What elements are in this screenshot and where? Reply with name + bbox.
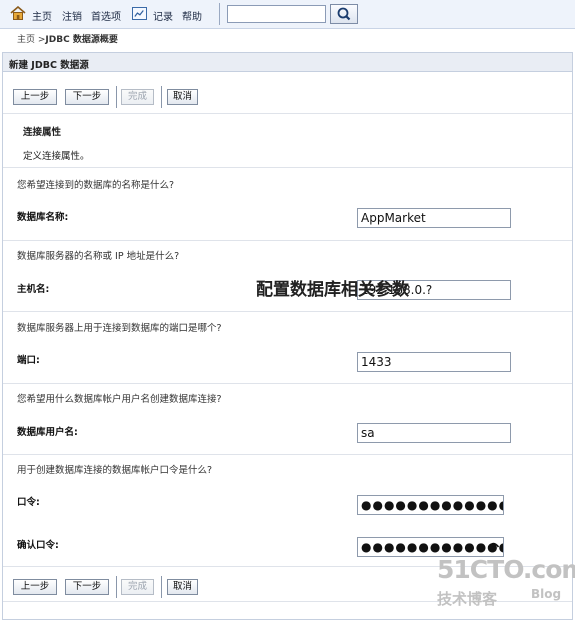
nav-help-link[interactable]: 帮助 bbox=[182, 8, 202, 23]
next-button-top[interactable]: 下一步 bbox=[65, 89, 109, 105]
db-name-label: 数据库名称: bbox=[17, 212, 69, 223]
watermark-main: 51CTO.com bbox=[437, 555, 575, 584]
page-title: 新建 JDBC 数据源 bbox=[9, 60, 89, 71]
nav-home-link[interactable]: 主页 bbox=[32, 8, 52, 23]
cancel-button-top[interactable]: 取消 bbox=[167, 89, 198, 105]
watermark-sub: 技术博客 bbox=[437, 590, 498, 608]
breadcrumb-separator: > bbox=[35, 35, 46, 45]
db-name-input[interactable]: AppMarket bbox=[357, 208, 511, 228]
next-button-bottom[interactable]: 下一步 bbox=[65, 579, 109, 595]
page-title-bar: 新建 JDBC 数据源 bbox=[3, 53, 572, 72]
cancel-button-bottom[interactable]: 取消 bbox=[167, 579, 198, 595]
confirm-password-input[interactable]: ●●●●●●●●●●●●● bbox=[357, 537, 504, 557]
back-button-bottom[interactable]: 上一步 bbox=[13, 579, 57, 595]
password-question: 用于创建数据库连接的数据库帐户口令是什么? bbox=[17, 465, 213, 476]
host-question: 数据库服务器的名称或 IP 地址是什么? bbox=[17, 251, 180, 262]
host-label: 主机名: bbox=[17, 284, 50, 295]
password-label: 口令: bbox=[17, 497, 40, 508]
divider bbox=[3, 383, 572, 384]
section-title: 连接属性 bbox=[23, 127, 62, 138]
port-label: 端口: bbox=[17, 355, 40, 366]
button-divider bbox=[116, 576, 117, 598]
breadcrumb: 主页 >JDBC 数据源概要 bbox=[17, 32, 118, 45]
nav-preferences-link[interactable]: 首选项 bbox=[91, 8, 121, 23]
button-divider bbox=[116, 86, 117, 108]
confirm-password-value: ●●●●●●●●●●●●● bbox=[361, 540, 504, 554]
button-divider bbox=[161, 86, 162, 108]
search-input[interactable] bbox=[227, 5, 326, 23]
divider bbox=[3, 311, 572, 312]
annotation-caption: 配置数据库相关参数 bbox=[256, 280, 409, 300]
divider bbox=[3, 240, 572, 241]
breadcrumb-home-link[interactable]: 主页 bbox=[17, 35, 35, 45]
search-button[interactable] bbox=[330, 4, 358, 24]
divider bbox=[3, 113, 572, 114]
divider bbox=[3, 454, 572, 455]
confirm-password-label: 确认口令: bbox=[17, 540, 59, 551]
user-input[interactable]: sa bbox=[357, 423, 511, 443]
password-input[interactable]: ●●●●●●●●●●●●● bbox=[357, 495, 504, 515]
home-icon[interactable] bbox=[10, 6, 26, 20]
breadcrumb-current[interactable]: JDBC 数据源概要 bbox=[45, 35, 117, 45]
user-label: 数据库用户名: bbox=[17, 427, 78, 438]
site-watermark: 51CTO.com 技术博客 Blog bbox=[437, 555, 575, 615]
button-divider bbox=[161, 576, 162, 598]
divider bbox=[3, 167, 572, 168]
back-button-top[interactable]: 上一步 bbox=[13, 89, 57, 105]
user-question: 您希望用什么数据库帐户用户名创建数据库连接? bbox=[17, 394, 222, 405]
reveal-password-icon[interactable] bbox=[487, 541, 500, 553]
port-input[interactable]: 1433 bbox=[357, 352, 511, 372]
nav-log-link[interactable]: 记录 bbox=[153, 8, 173, 23]
wizard-panel: 新建 JDBC 数据源 上一步 下一步 完成 取消 连接属性 定义连接属性。 您… bbox=[2, 52, 573, 620]
search-icon bbox=[337, 7, 351, 21]
section-description: 定义连接属性。 bbox=[23, 151, 90, 162]
toolbar-divider bbox=[219, 3, 220, 25]
top-toolbar: 主页 注销 首选项 记录 帮助 bbox=[0, 0, 575, 29]
log-chart-icon[interactable] bbox=[132, 7, 147, 20]
finish-button-top[interactable]: 完成 bbox=[121, 89, 154, 105]
watermark-blog: Blog bbox=[531, 587, 562, 601]
port-question: 数据库服务器上用于连接到数据库的端口是哪个? bbox=[17, 323, 222, 334]
db-name-question: 您希望连接到的数据库的名称是什么? bbox=[17, 180, 175, 191]
nav-logout-link[interactable]: 注销 bbox=[62, 8, 82, 23]
password-value: ●●●●●●●●●●●●● bbox=[361, 498, 504, 512]
finish-button-bottom[interactable]: 完成 bbox=[121, 579, 154, 595]
